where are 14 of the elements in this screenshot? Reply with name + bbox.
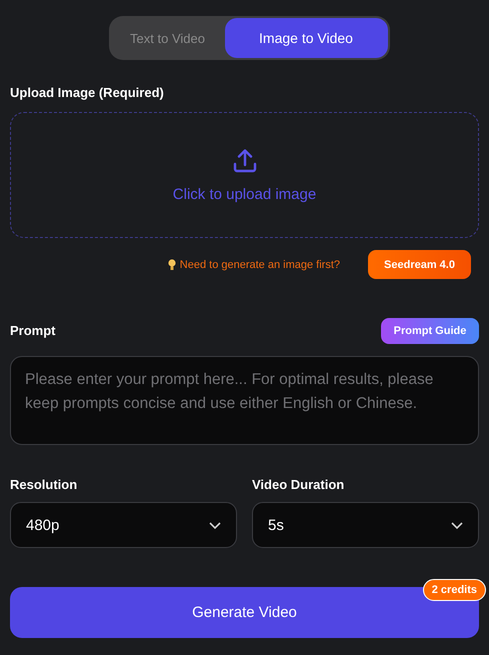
upload-icon xyxy=(232,148,258,174)
seedream-button[interactable]: Seedream 4.0 xyxy=(368,250,471,279)
field-label: Resolution xyxy=(10,477,78,493)
field-label: Video Duration xyxy=(252,477,346,493)
dropdown[interactable]: 480p xyxy=(10,502,237,548)
section-label: Prompt xyxy=(10,323,56,339)
prompt-guide-button[interactable]: Prompt Guide xyxy=(381,318,479,344)
section-label: Upload Image (Required) xyxy=(10,85,165,101)
dropdown[interactable]: 5s xyxy=(252,502,479,548)
hint-text: Need to generate an image first? xyxy=(180,258,340,270)
credits-badge: 2 credits xyxy=(422,579,486,601)
lightbulb-icon xyxy=(168,258,176,270)
prompt-field[interactable]: Please enter your prompt here... For optimal results, please keep prompts concise and use either English or Chinese. xyxy=(10,356,479,445)
mode-tab[interactable]: Image to Video xyxy=(224,18,388,58)
